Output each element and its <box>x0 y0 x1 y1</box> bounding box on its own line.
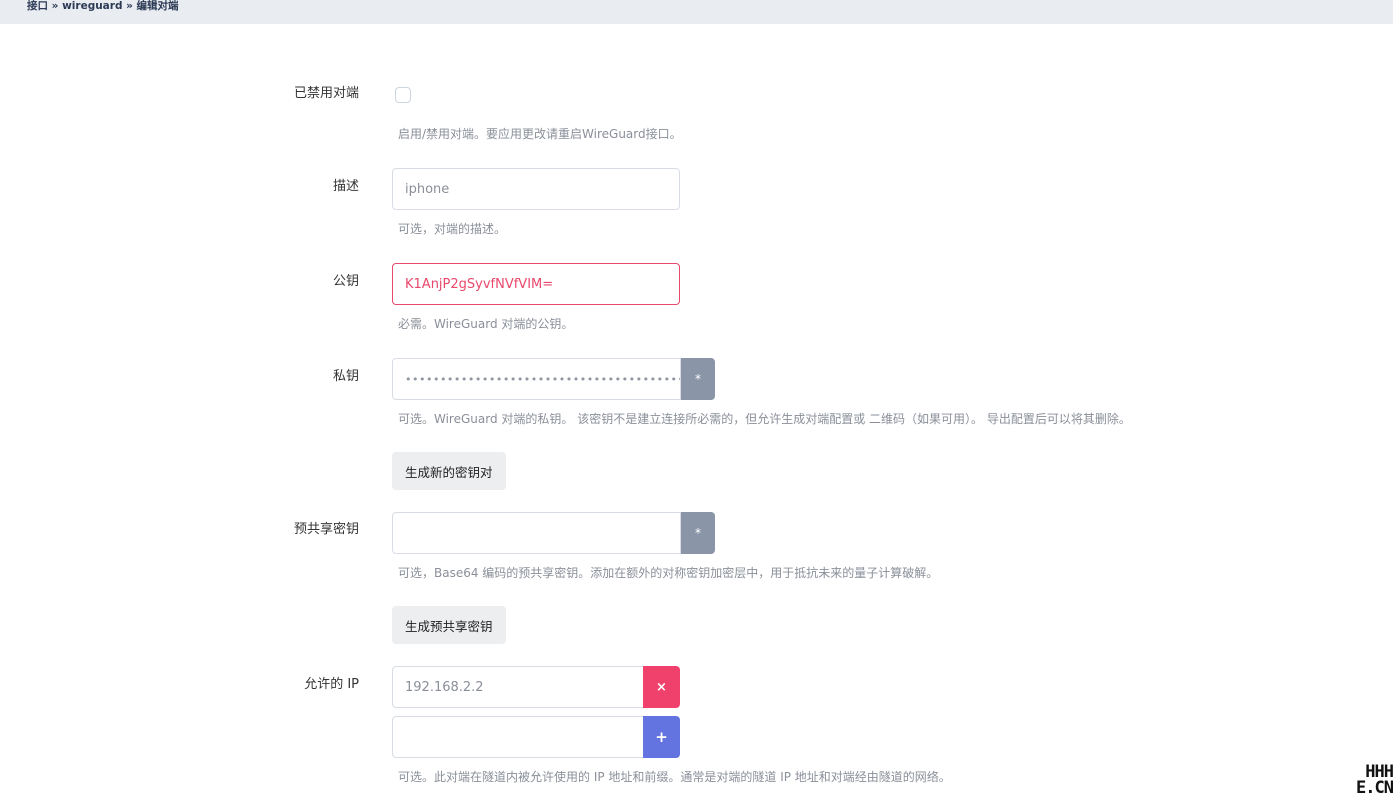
preshared-key-reveal-button[interactable]: * <box>681 512 715 554</box>
private-key-label: 私钥 <box>332 369 359 384</box>
breadcrumb-bar: 接口 » wireguard » 编辑对端 <box>0 0 1393 24</box>
private-key-input[interactable]: ••••••••••••••••••••••••••••••••••••••••… <box>392 358 681 400</box>
close-icon: × <box>656 679 667 695</box>
generate-preshared-key-button[interactable]: 生成预共享密钥 <box>392 606 506 644</box>
asterisk-icon: * <box>695 372 701 386</box>
allowed-ips-label: 允许的 IP <box>304 677 359 692</box>
disabled-hint: 启用/禁用对端。要应用更改请重启WireGuard接口。 <box>398 127 682 141</box>
public-key-hint: 必需。WireGuard 对端的公钥。 <box>398 317 574 331</box>
watermark-logo: HHH E.CN <box>1343 764 1393 799</box>
preshared-key-input[interactable] <box>392 512 681 554</box>
disabled-checkbox[interactable] <box>395 87 411 103</box>
public-key-label: 公钥 <box>332 274 359 289</box>
asterisk-icon: * <box>695 526 701 540</box>
breadcrumb: 接口 » wireguard » 编辑对端 <box>27 0 179 12</box>
description-label: 描述 <box>332 179 359 194</box>
allowed-ip-entry-input[interactable]: 192.168.2.2 <box>392 666 644 708</box>
add-allowed-ip-button[interactable]: + <box>643 716 680 758</box>
description-input[interactable]: iphone <box>392 168 680 210</box>
private-key-hint: 可选。WireGuard 对端的私钥。 该密钥不是建立连接所必需的，但允许生成对… <box>398 412 1131 426</box>
new-allowed-ip-input[interactable] <box>392 716 644 758</box>
private-key-reveal-button[interactable]: * <box>681 358 715 400</box>
preshared-key-hint: 可选，Base64 编码的预共享密钥。添加在额外的对称密钥加密层中，用于抵抗未来… <box>398 566 939 580</box>
description-hint: 可选，对端的描述。 <box>398 222 507 236</box>
disabled-label: 已禁用对端 <box>293 86 359 101</box>
preshared-key-label: 预共享密钥 <box>293 522 359 537</box>
logo-line-2: E.CN <box>1356 778 1393 798</box>
public-key-input[interactable]: K1AnjP2gSyvfNVfVIM= <box>392 263 680 305</box>
allowed-ips-hint: 可选。此对端在隧道内被允许使用的 IP 地址和前缀。通常是对端的隧道 IP 地址… <box>398 770 951 784</box>
generate-keypair-button[interactable]: 生成新的密钥对 <box>392 452 506 490</box>
remove-allowed-ip-button[interactable]: × <box>643 666 680 708</box>
plus-icon: + <box>655 728 668 746</box>
